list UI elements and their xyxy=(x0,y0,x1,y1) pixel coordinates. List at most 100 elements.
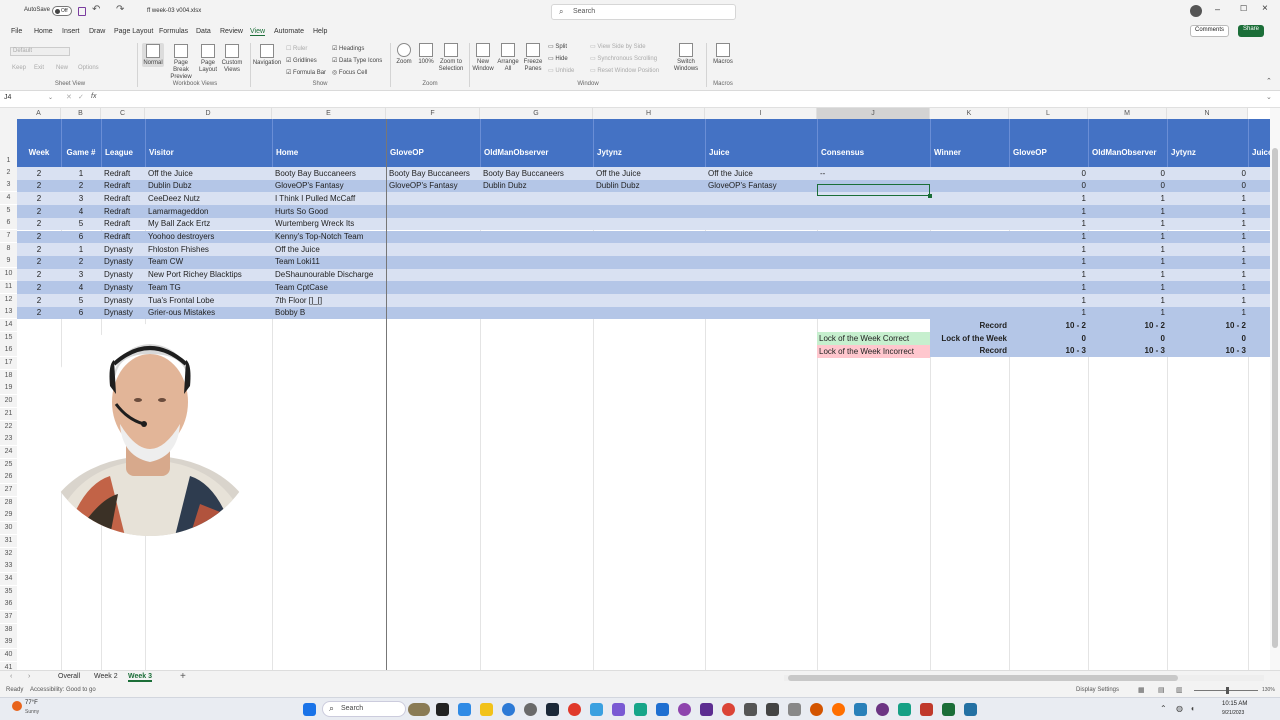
table-cell[interactable]: Off the Juice xyxy=(594,167,643,180)
sheet-view-new[interactable]: New xyxy=(56,65,68,71)
table-cell[interactable]: 5 xyxy=(61,294,101,307)
table-cell[interactable] xyxy=(706,255,710,268)
table-cell[interactable] xyxy=(706,268,710,281)
table-cell[interactable]: 1 xyxy=(1088,217,1167,230)
column-header[interactable]: A xyxy=(17,108,61,119)
table-cell[interactable] xyxy=(387,281,391,294)
expand-formula-bar-icon[interactable]: ⌄ xyxy=(1266,93,1272,101)
table-cell[interactable]: Off the Juice xyxy=(146,167,195,180)
widget-icon[interactable] xyxy=(408,703,430,716)
table-cell[interactable]: My Ball Zack Ertz xyxy=(146,217,212,230)
table-cell[interactable]: 2 xyxy=(17,179,61,192)
row-header[interactable]: 37 xyxy=(0,611,17,623)
chrome-icon[interactable] xyxy=(568,703,581,716)
weather-icon[interactable] xyxy=(12,701,22,711)
normal-view-button[interactable]: Normal xyxy=(142,43,164,67)
vertical-scrollbar[interactable] xyxy=(1270,108,1280,670)
table-cell[interactable] xyxy=(387,230,391,243)
row-header[interactable]: 8 xyxy=(0,242,17,255)
table-cell[interactable]: 7th Floor []_[] xyxy=(273,294,324,307)
arrange-all-button[interactable]: Arrange All xyxy=(496,43,520,73)
column-header[interactable]: G xyxy=(480,108,593,119)
summary-value[interactable]: 10 - 3 xyxy=(1167,344,1248,357)
table-cell[interactable]: 0 xyxy=(1088,179,1167,192)
column-header[interactable]: F xyxy=(386,108,480,119)
add-sheet-icon[interactable]: + xyxy=(180,671,186,682)
table-cell[interactable]: Redraft xyxy=(102,205,132,218)
summary-value[interactable]: 10 - 3 xyxy=(1088,344,1167,357)
table-cell[interactable]: 1 xyxy=(1009,294,1088,307)
table-cell[interactable] xyxy=(594,294,598,307)
table-cell[interactable]: 3 xyxy=(61,268,101,281)
column-header[interactable]: D xyxy=(145,108,272,119)
row-header[interactable]: 2 xyxy=(0,166,17,179)
table-cell[interactable]: 2 xyxy=(61,255,101,268)
vscode-icon[interactable] xyxy=(656,703,669,716)
table-cell[interactable] xyxy=(818,217,822,230)
table-cell[interactable] xyxy=(481,268,485,281)
sheet-view-keep[interactable]: Keep xyxy=(12,65,26,71)
table-cell[interactable]: GloveOP's Fantasy xyxy=(273,179,346,192)
table-cell[interactable]: 3 xyxy=(61,192,101,205)
table-cell[interactable]: Off the Juice xyxy=(273,243,322,256)
table-cell[interactable]: Kenny's Top-Notch Team xyxy=(273,230,365,243)
table-cell[interactable]: 1 xyxy=(1088,243,1167,256)
row-header[interactable]: 38 xyxy=(0,623,17,636)
table-cell[interactable] xyxy=(818,205,822,218)
table-cell[interactable]: Team CptCase xyxy=(273,281,330,294)
table-cell[interactable] xyxy=(481,192,485,205)
table-cell[interactable] xyxy=(818,294,822,307)
table-cell[interactable] xyxy=(706,217,710,230)
row-header[interactable]: 3 xyxy=(0,179,17,192)
ruler-checkbox[interactable]: ☐ Ruler xyxy=(286,45,307,52)
header-cell[interactable]: Week xyxy=(17,147,61,159)
row-header[interactable]: 22 xyxy=(0,420,17,433)
table-cell[interactable] xyxy=(594,230,598,243)
row-header[interactable]: 27 xyxy=(0,484,17,496)
enter-icon[interactable]: ✓ xyxy=(78,93,84,101)
zoom-to-selection-button[interactable]: Zoom to Selection xyxy=(437,43,465,73)
table-cell[interactable] xyxy=(481,281,485,294)
table-cell[interactable]: Redraft xyxy=(102,192,132,205)
menu-data[interactable]: Data xyxy=(196,28,211,35)
collapse-ribbon-icon[interactable]: ⌃ xyxy=(1266,77,1272,85)
search-box[interactable]: ⌕ Search xyxy=(551,4,736,20)
horizontal-scroll-thumb[interactable] xyxy=(788,675,1178,681)
summary-value[interactable]: 0 xyxy=(1009,332,1088,345)
table-cell[interactable]: GloveOP's Fantasy xyxy=(387,179,460,192)
header-cell[interactable]: Game # xyxy=(61,147,101,159)
taskbar-search[interactable]: ⌕ Search xyxy=(322,701,406,717)
table-cell[interactable]: Redraft xyxy=(102,230,132,243)
task-view-icon[interactable] xyxy=(436,703,449,716)
row-header[interactable]: 6 xyxy=(0,217,17,230)
table-cell[interactable]: 1 xyxy=(1009,243,1088,256)
row-header[interactable]: 14 xyxy=(0,318,17,331)
row-header[interactable]: 32 xyxy=(0,547,17,560)
menu-automate[interactable]: Automate xyxy=(274,28,304,35)
table-cell[interactable]: Dynasty xyxy=(102,281,135,294)
table-cell[interactable]: 0 xyxy=(1167,167,1248,180)
network-icon[interactable]: ◍ xyxy=(1176,704,1183,713)
row-header[interactable]: 28 xyxy=(0,496,17,509)
autosave-toggle[interactable]: Off xyxy=(52,6,72,16)
column-header[interactable]: C xyxy=(101,108,145,119)
table-cell[interactable] xyxy=(818,281,822,294)
app-icon-8[interactable] xyxy=(810,703,823,716)
summary-label[interactable]: Lock of the Week xyxy=(930,332,1009,345)
table-cell[interactable]: New Port Richey Blacktips xyxy=(146,268,244,281)
table-cell[interactable]: Dynasty xyxy=(102,294,135,307)
table-cell[interactable] xyxy=(706,306,710,319)
table-cell[interactable]: Team CW xyxy=(146,255,185,268)
synchronous-scrolling-button[interactable]: ▭ Synchronous Scrolling xyxy=(590,55,657,62)
zoom-level[interactable]: 130% xyxy=(1262,687,1275,693)
zoom-100-button[interactable]: 100% xyxy=(416,43,436,66)
table-cell[interactable]: CeeDeez Nutz xyxy=(146,192,202,205)
file-explorer-icon[interactable] xyxy=(480,703,493,716)
row-header[interactable]: 17 xyxy=(0,357,17,369)
table-cell[interactable] xyxy=(706,230,710,243)
app-icon-5[interactable] xyxy=(722,703,735,716)
header-cell[interactable]: GloveOP xyxy=(388,147,426,159)
column-header[interactable]: L xyxy=(1009,108,1088,119)
table-cell[interactable] xyxy=(706,243,710,256)
minimize-icon[interactable]: – xyxy=(1215,4,1220,14)
